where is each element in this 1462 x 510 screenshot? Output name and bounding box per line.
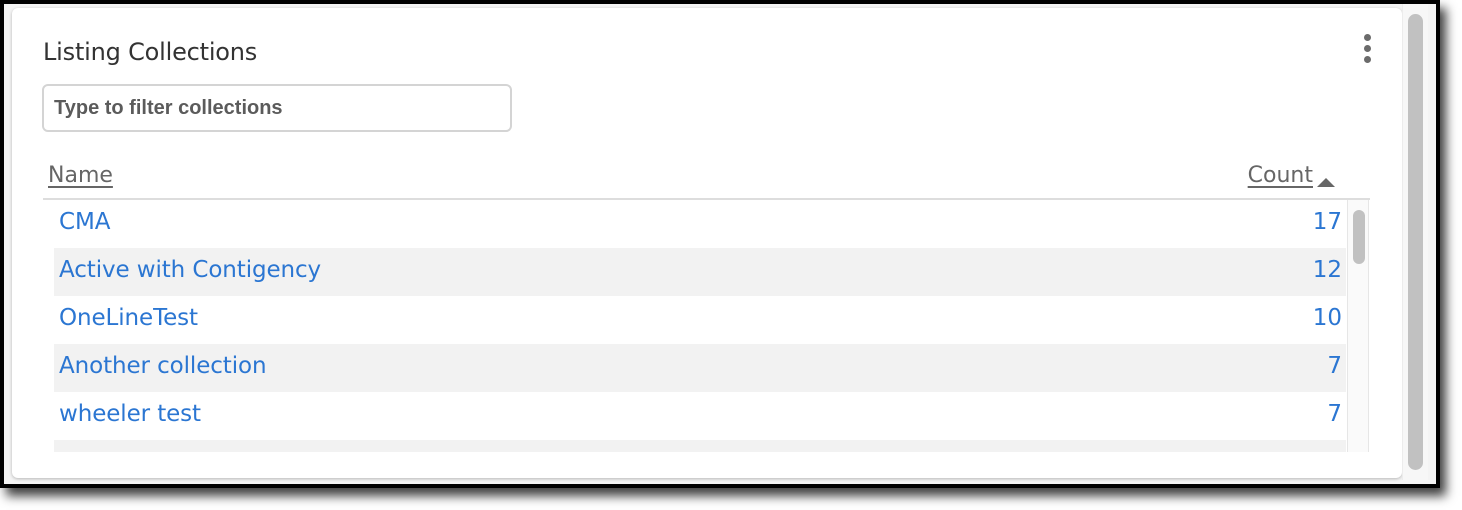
collection-name-link[interactable]: wheeler test [59, 401, 201, 427]
collection-name-link[interactable]: OneLineTest [59, 305, 198, 331]
collection-count: 7 [1327, 353, 1342, 379]
list-scrollbar-thumb[interactable] [1353, 210, 1365, 264]
list-item: Another collection 7 [54, 344, 1346, 392]
page-scrollbar[interactable] [1402, 4, 1428, 480]
collection-count: 7 [1327, 401, 1342, 427]
column-header-count[interactable]: Count [1248, 163, 1313, 188]
list-item: wheeler test 7 [54, 392, 1346, 440]
list-item [54, 440, 1346, 452]
more-vertical-icon-dot [1364, 56, 1371, 63]
collection-count: 17 [1312, 209, 1342, 235]
list-item: Active with Contigency 12 [54, 248, 1346, 296]
panel-title: Listing Collections [43, 38, 258, 66]
more-options-button[interactable] [1360, 32, 1376, 66]
collection-name-link[interactable]: CMA [59, 209, 110, 235]
viewport: Listing Collections Name Count CMA 17 [4, 4, 1436, 484]
list-scrollbar[interactable] [1347, 200, 1369, 452]
more-vertical-icon [1364, 34, 1371, 41]
list-item: OneLineTest 10 [54, 296, 1346, 344]
more-vertical-icon-dot [1364, 45, 1371, 52]
list-item: CMA 17 [54, 200, 1346, 248]
collections-list-container: CMA 17 Active with Contigency 12 OneLine… [43, 200, 1370, 452]
sort-up-icon[interactable] [1317, 178, 1335, 187]
collection-count: 10 [1312, 305, 1342, 331]
window-frame: Listing Collections Name Count CMA 17 [0, 0, 1440, 488]
listing-collections-panel: Listing Collections Name Count CMA 17 [12, 8, 1402, 478]
collection-count: 12 [1312, 257, 1342, 283]
collection-name-link[interactable]: Another collection [59, 353, 267, 379]
filter-collections-input[interactable] [42, 84, 512, 132]
collections-list: CMA 17 Active with Contigency 12 OneLine… [54, 200, 1346, 452]
table-header: Name Count [43, 160, 1370, 200]
page-scrollbar-thumb[interactable] [1408, 14, 1423, 470]
collection-name-link[interactable]: Active with Contigency [59, 257, 321, 283]
column-header-name[interactable]: Name [48, 163, 113, 188]
